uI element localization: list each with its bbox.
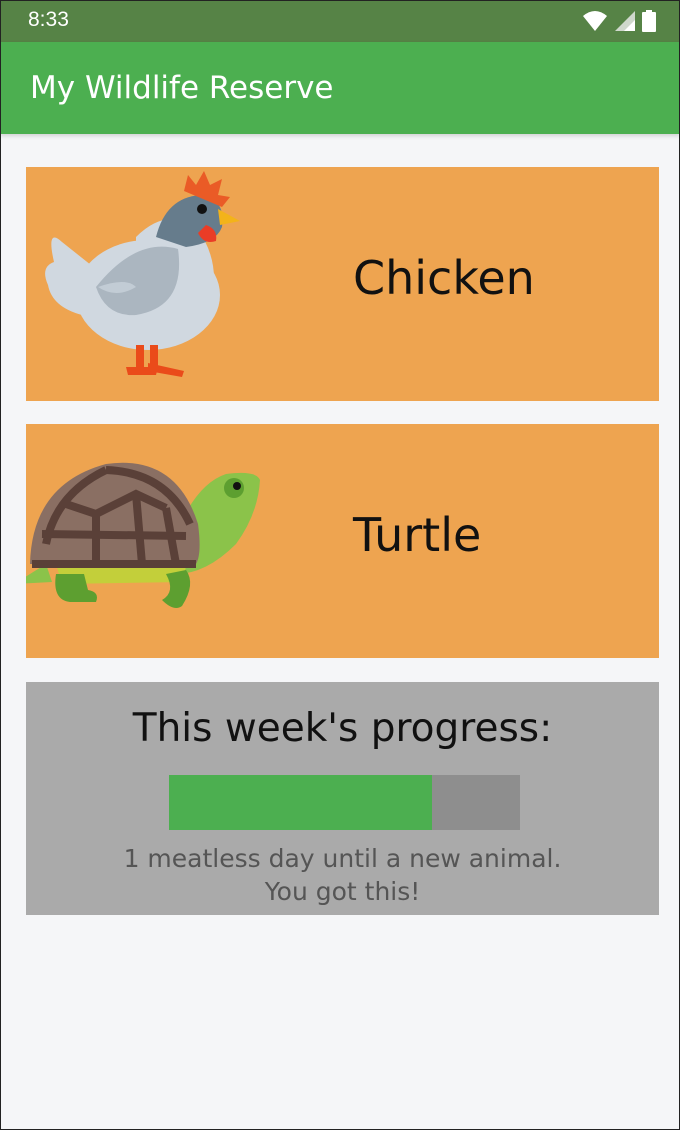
chicken-icon <box>45 171 240 377</box>
status-bar: 8:33 <box>0 0 680 42</box>
status-time: 8:33 <box>28 8 69 31</box>
progress-message-line1: 1 meatless day until a new animal. <box>123 844 562 873</box>
battery-icon <box>642 10 656 32</box>
status-icons <box>582 10 656 32</box>
progress-bar <box>169 775 520 830</box>
animal-card-chicken[interactable]: Chicken <box>26 167 659 401</box>
progress-bar-fill <box>169 775 433 830</box>
app-title: My Wildlife Reserve <box>30 70 334 106</box>
animal-name-turtle: Turtle <box>353 508 482 562</box>
signal-icon <box>615 11 635 31</box>
app-bar: My Wildlife Reserve <box>0 42 680 134</box>
progress-title: This week's progress: <box>132 706 553 751</box>
turtle-icon <box>26 462 260 608</box>
wifi-icon <box>583 11 607 31</box>
animal-card-turtle[interactable]: Turtle <box>26 424 659 658</box>
animal-name-chicken: Chicken <box>353 251 535 305</box>
progress-message: 1 meatless day until a new animal. You g… <box>26 842 659 908</box>
progress-card: This week's progress: 1 meatless day unt… <box>26 682 659 915</box>
progress-message-line2: You got this! <box>264 877 421 906</box>
